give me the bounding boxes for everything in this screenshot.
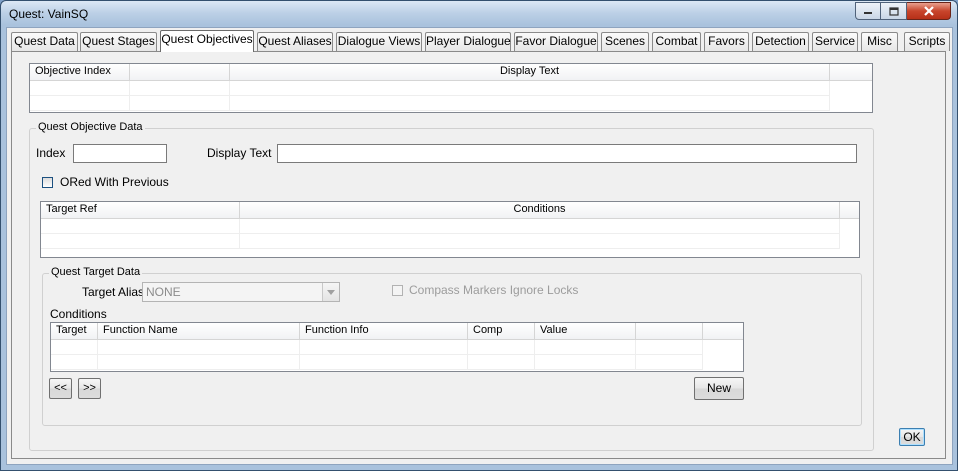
tab-quest-data[interactable]: Quest Data [11,32,78,51]
col-value[interactable]: Value [535,323,636,339]
objectives-list-header: Objective Index Display Text [30,64,872,81]
tab-player-dialogue[interactable]: Player Dialogue [425,32,511,51]
col-target-ref[interactable]: Target Ref [41,202,240,218]
target-alias-value: NONE [146,285,181,299]
col-blank-end[interactable] [840,202,859,218]
tab-misc[interactable]: Misc [861,32,898,51]
index-label: Index [36,146,66,160]
objectives-list[interactable]: Objective Index Display Text [29,63,873,113]
close-button[interactable] [907,2,951,20]
conditions-label: Conditions [50,307,107,321]
index-input[interactable] [73,144,167,163]
tab-dialogue-views[interactable]: Dialogue Views [336,32,422,51]
quest-window: Quest: VainSQ Quest Data Quest Stages Qu… [0,0,958,471]
table-row[interactable] [51,340,703,355]
col-blank-end[interactable] [830,64,872,80]
objectives-panel: Objective Index Display Text Quest Objec… [11,51,946,459]
target-alias-dropdown[interactable]: NONE [142,282,340,302]
chevron-down-icon[interactable] [322,283,339,301]
tab-detection[interactable]: Detection [752,32,809,51]
new-button[interactable]: New [694,377,744,400]
table-row[interactable] [41,234,840,249]
col-comp[interactable]: Comp [468,323,535,339]
conditions-list[interactable]: Target Function Name Function Info Comp … [50,322,744,372]
maximize-button[interactable] [881,2,907,20]
minimize-button[interactable] [855,2,881,20]
objective-data-group: Quest Objective Data Index Display Text … [29,121,874,451]
targets-list-header: Target Ref Conditions [41,202,859,219]
ored-with-previous-checkbox[interactable] [42,177,53,188]
window-controls [855,2,951,20]
window-title: Quest: VainSQ [9,7,89,21]
col-blank[interactable] [130,64,230,80]
table-row[interactable] [41,219,840,234]
tab-scenes[interactable]: Scenes [601,32,649,51]
compass-markers-label: Compass Markers Ignore Locks [409,283,579,297]
conditions-list-header: Target Function Name Function Info Comp … [51,323,743,340]
minimize-icon [864,12,872,14]
tab-favors[interactable]: Favors [704,32,749,51]
tab-service[interactable]: Service [812,32,858,51]
tab-favor-dialogue[interactable]: Favor Dialogue [514,32,598,51]
client-area: Quest Data Quest Stages Quest Objectives… [6,27,953,465]
col-display-text[interactable]: Display Text [230,64,830,80]
col-target[interactable]: Target [51,323,98,339]
col-objective-index[interactable]: Objective Index [30,64,130,80]
display-text-input[interactable] [277,144,857,163]
target-data-group: Quest Target Data Target Alias NONE Comp… [42,266,862,426]
title-bar[interactable]: Quest: VainSQ [1,1,957,27]
targets-list[interactable]: Target Ref Conditions [40,201,860,258]
display-text-label: Display Text [207,146,272,160]
table-row[interactable] [51,355,703,370]
next-button[interactable]: >> [78,378,101,399]
tab-quest-aliases[interactable]: Quest Aliases [257,32,333,51]
close-icon [923,6,934,16]
target-data-legend: Quest Target Data [49,266,143,278]
ored-with-previous-label: ORed With Previous [60,175,169,189]
list-item[interactable] [30,81,830,96]
tab-combat[interactable]: Combat [652,32,701,51]
target-alias-label: Target Alias [82,285,145,299]
objective-data-legend: Quest Objective Data [36,121,145,133]
ok-button[interactable]: OK [899,428,925,446]
col-blank[interactable] [636,323,703,339]
col-conditions[interactable]: Conditions [240,202,840,218]
compass-markers-checkbox[interactable] [392,285,403,296]
previous-button[interactable]: << [49,378,72,399]
tab-quest-stages[interactable]: Quest Stages [80,32,157,51]
col-function-name[interactable]: Function Name [98,323,300,339]
col-blank-end[interactable] [703,323,743,339]
maximize-icon [888,6,899,16]
col-function-info[interactable]: Function Info [300,323,468,339]
tab-quest-objectives[interactable]: Quest Objectives [160,30,254,52]
list-item[interactable] [30,96,830,111]
tab-scripts[interactable]: Scripts [904,32,950,51]
